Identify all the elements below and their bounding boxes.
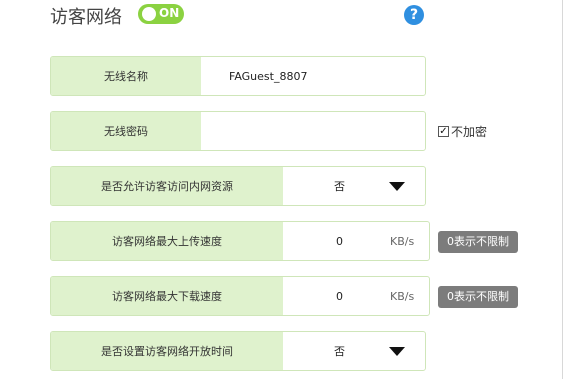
upload-speed-unit: KB/s: [390, 234, 415, 248]
password-input[interactable]: [211, 112, 425, 150]
download-speed-input[interactable]: 0: [336, 277, 343, 315]
no-encrypt-label: 不加密: [451, 125, 488, 139]
ssid-input[interactable]: FAGuest_8807: [229, 57, 425, 95]
help-icon[interactable]: ?: [404, 5, 424, 25]
ssid-label: 无线名称: [51, 57, 201, 95]
ssid-row: 无线名称 FAGuest_8807: [50, 56, 426, 96]
intranet-access-select[interactable]: 否: [334, 167, 345, 205]
download-speed-unit: KB/s: [390, 289, 415, 303]
download-speed-label: 访客网络最大下载速度: [51, 277, 283, 315]
intranet-access-row[interactable]: 是否允许访客访问内网资源 否: [50, 166, 426, 206]
upload-speed-input[interactable]: 0: [336, 222, 343, 260]
chevron-down-icon[interactable]: [389, 182, 405, 191]
no-encrypt-checkbox[interactable]: ✓ 不加密: [438, 123, 487, 140]
schedule-row[interactable]: 是否设置访客网络开放时间 否: [50, 331, 426, 371]
download-speed-row: 访客网络最大下载速度 0 KB/s: [50, 276, 430, 316]
password-row: 无线密码: [50, 111, 426, 151]
upload-hint-badge: 0表示不限制: [438, 231, 518, 253]
page-title: 访客网络: [50, 7, 122, 28]
checkbox-check-icon: ✓: [438, 126, 449, 137]
toggle-label: ON: [159, 6, 180, 20]
toggle-knob: [142, 7, 156, 21]
guest-network-toggle[interactable]: ON: [138, 4, 184, 24]
chevron-down-icon[interactable]: [389, 347, 405, 356]
upload-speed-label: 访客网络最大上传速度: [51, 222, 283, 260]
intranet-access-label: 是否允许访客访问内网资源: [51, 167, 283, 205]
schedule-label: 是否设置访客网络开放时间: [51, 332, 283, 370]
download-hint-badge: 0表示不限制: [438, 286, 518, 308]
panel-right-border: [562, 0, 563, 379]
schedule-select[interactable]: 否: [334, 332, 345, 370]
password-label: 无线密码: [51, 112, 201, 150]
upload-speed-row: 访客网络最大上传速度 0 KB/s: [50, 221, 430, 261]
